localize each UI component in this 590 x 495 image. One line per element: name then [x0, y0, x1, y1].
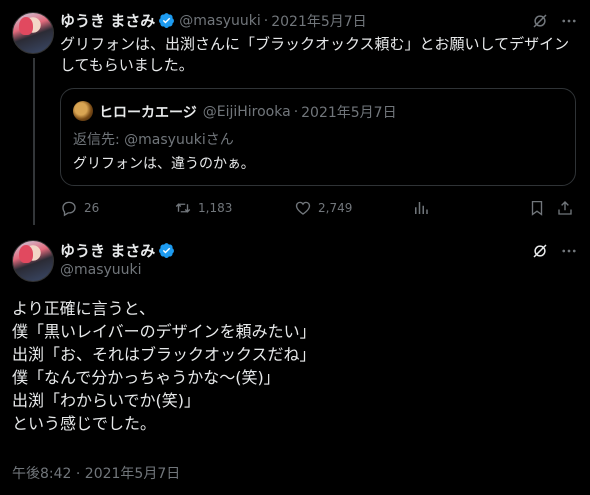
- reply-icon: [62, 201, 76, 217]
- heart-icon: [295, 201, 311, 215]
- more-icon[interactable]: [560, 12, 578, 30]
- like-button[interactable]: 2,749: [294, 199, 352, 217]
- avatar[interactable]: [12, 12, 54, 54]
- display-name[interactable]: ゆうき まさみ: [60, 10, 155, 31]
- quoted-header: ヒローカエージ @EijiHirooka · 2021年5月7日: [99, 102, 397, 122]
- tweet-text-line: 出渕「わからいでか(笑)」: [12, 391, 201, 410]
- reply-button[interactable]: 26: [60, 199, 99, 217]
- bookmark-button[interactable]: [528, 199, 552, 217]
- share-icon: [558, 201, 572, 215]
- main-tweet-header: ゆうき まさみ: [60, 240, 175, 261]
- retweet-button[interactable]: 1,183: [174, 199, 232, 217]
- tweet-date[interactable]: 2021年5月7日: [271, 11, 366, 31]
- like-count: 2,749: [318, 201, 353, 215]
- share-button[interactable]: [556, 199, 580, 217]
- tweet-text-line: してもらいました。: [60, 56, 194, 74]
- tweet-text-line: 僕「黒いレイバーのデザインを頼みたい」: [12, 322, 316, 341]
- quoted-date: 2021年5月7日: [301, 105, 397, 121]
- main-handle-row: @masyuuki: [60, 262, 142, 278]
- separator: ·: [263, 12, 269, 29]
- tweet-text-line: 僕「なんで分かっちゃうかな〜(笑)」: [12, 368, 280, 387]
- quoted-reply-to: 返信先: @masyuukiさん: [73, 132, 234, 148]
- main-tweet-text: より正確に言うと、 僕「黒いレイバーのデザインを頼みたい」 出渕「お、それはブラ…: [12, 297, 316, 435]
- verified-badge-icon: [159, 243, 175, 258]
- tweet-text-line: という感じでした。: [12, 414, 157, 433]
- bookmark-icon: [531, 200, 543, 216]
- tweet-text-line: より正確に言うと、: [12, 299, 156, 318]
- tweet-text-line: 出渕「お、それはブラックオックスだね」: [12, 345, 316, 364]
- analytics-icon: [415, 202, 428, 214]
- action-bar: 26 1,183 2,749: [60, 199, 576, 219]
- quoted-handle: @EijiHirooka: [202, 104, 291, 120]
- display-name[interactable]: ゆうき まさみ: [60, 240, 155, 261]
- tweet-header: ゆうき まさみ @masyuuki · 2021年5月7日: [60, 10, 367, 31]
- handle[interactable]: @masyuuki: [60, 262, 142, 278]
- tweet-text-line: グリフォンは、出渕さんに「ブラックオックス頼む」とお願いしてデザイン: [60, 35, 570, 53]
- quoted-text: グリフォンは、違うのかぁ。: [73, 156, 255, 172]
- quoted-tweet[interactable]: ヒローカエージ @EijiHirooka · 2021年5月7日 返信先: @m…: [60, 88, 576, 186]
- verified-badge-icon: [159, 13, 175, 28]
- views-button[interactable]: [412, 199, 436, 217]
- avatar[interactable]: [12, 240, 54, 282]
- grok-icon[interactable]: [531, 242, 549, 260]
- more-icon[interactable]: [560, 242, 578, 260]
- tweet-timestamp[interactable]: 午後8:42 · 2021年5月7日: [12, 463, 180, 483]
- handle[interactable]: @masyuuki: [179, 13, 261, 29]
- reply-count: 26: [84, 201, 100, 215]
- quoted-avatar: [73, 101, 93, 121]
- retweet-count: 1,183: [198, 201, 233, 215]
- thread-line: [33, 58, 35, 225]
- tweet-text: グリフォンは、出渕さんに「ブラックオックス頼む」とお願いしてデザイン してもらい…: [60, 34, 576, 76]
- retweet-icon: [175, 203, 191, 213]
- grok-icon[interactable]: [531, 12, 549, 30]
- quoted-display-name: ヒローカエージ: [99, 105, 197, 121]
- separator: ·: [293, 104, 299, 120]
